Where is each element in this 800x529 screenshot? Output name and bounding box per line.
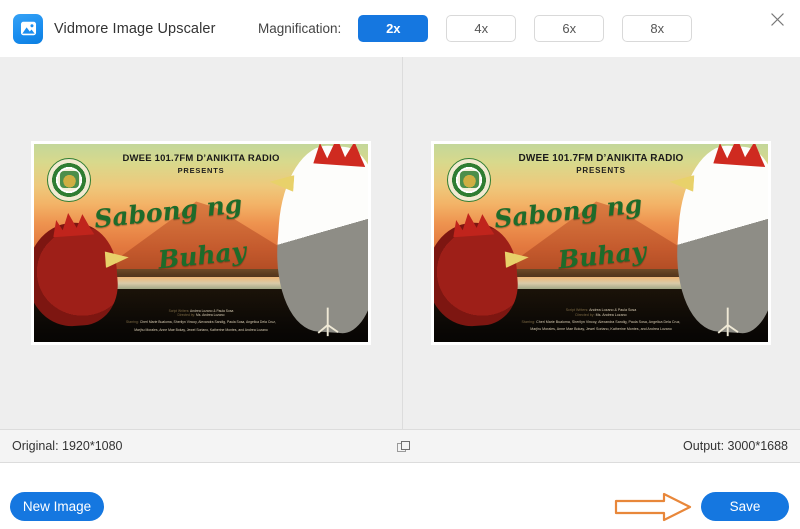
new-image-button[interactable]: New Image [10, 492, 104, 521]
original-resolution-label: Original: 1920*1080 [12, 439, 123, 453]
original-image[interactable]: DWEE 101.7FM D’ANIKITA RADIO PRESENTS Sa… [31, 141, 371, 345]
credits-cast-line-1: Cherl Marie Bualoma, Sherilyn Vincoy, Al… [139, 320, 276, 325]
school-seal-icon [447, 157, 492, 202]
rooster-legs-illustration [701, 306, 754, 338]
status-bar: Original: 1920*1080 Output: 3000*1688 [0, 429, 800, 463]
school-seal-icon [47, 157, 92, 202]
credits-director-value: Ms. Andrea Lozano [196, 313, 225, 318]
window-header: Vidmore Image Upscaler Magnification: 2x… [0, 0, 800, 57]
credits-director-value: Ms. Andrea Lozano [595, 312, 627, 317]
upscaler-window: Vidmore Image Upscaler Magnification: 2x… [0, 0, 800, 529]
credits-director-key: Directed by: [177, 313, 196, 318]
save-button[interactable]: Save [701, 492, 789, 521]
preview-area: DWEE 101.7FM D’ANIKITA RADIO PRESENTS Sa… [0, 57, 800, 429]
app-brand: Vidmore Image Upscaler [13, 13, 216, 44]
magnification-controls: Magnification: 2x 4x 6x 8x [258, 0, 693, 57]
original-preview[interactable]: DWEE 101.7FM D’ANIKITA RADIO PRESENTS Sa… [0, 57, 402, 429]
magnification-option-4x[interactable]: 4x [446, 15, 517, 42]
output-resolution-label: Output: 3000*1688 [683, 439, 788, 453]
credits-cast-key: Starring: [126, 320, 139, 325]
magnification-label: Magnification: [258, 21, 342, 36]
app-title: Vidmore Image Upscaler [54, 20, 216, 37]
credits-cast-line-2: Marjhu Morales, Anne Mae Bokay, Jewel So… [134, 327, 268, 332]
magnification-option-2x[interactable]: 2x [358, 15, 429, 42]
orange-arrow-pointer [614, 492, 692, 522]
credits-writers-key: Script Writers: [168, 309, 190, 314]
credits-writers-value: Andrea Lozano & Paula Sosa [190, 309, 234, 314]
magnification-option-6x[interactable]: 6x [534, 15, 605, 42]
window-footer: New Image Save [0, 464, 800, 529]
credits-writers-key: Script Writers: [565, 307, 589, 312]
close-x-icon[interactable] [762, 4, 792, 34]
credits-writers-value: Andrea Lozano & Paula Sosa [589, 307, 637, 312]
credits-cast-key: Starring: [521, 319, 536, 324]
credits-director-key: Directed by: [575, 312, 595, 317]
credits-cast-line-2: Marjhu Morales, Anne Mae Bokay, Jewel So… [530, 327, 672, 332]
magnification-button-group: 2x 4x 6x 8x [358, 15, 693, 42]
image-photo-icon [13, 13, 43, 44]
upscaled-image[interactable]: DWEE 101.7FM D’ANIKITA RADIO PRESENTS Sa… [431, 141, 771, 345]
rooster-legs-illustration [301, 306, 354, 338]
compare-overlay-icon[interactable] [396, 439, 412, 455]
credits-cast-line-1: Cherl Marie Bualoma, Sherilyn Vincoy, Al… [536, 319, 681, 324]
upscaled-preview[interactable]: DWEE 101.7FM D’ANIKITA RADIO PRESENTS Sa… [402, 57, 800, 429]
magnification-option-8x[interactable]: 8x [622, 15, 693, 42]
